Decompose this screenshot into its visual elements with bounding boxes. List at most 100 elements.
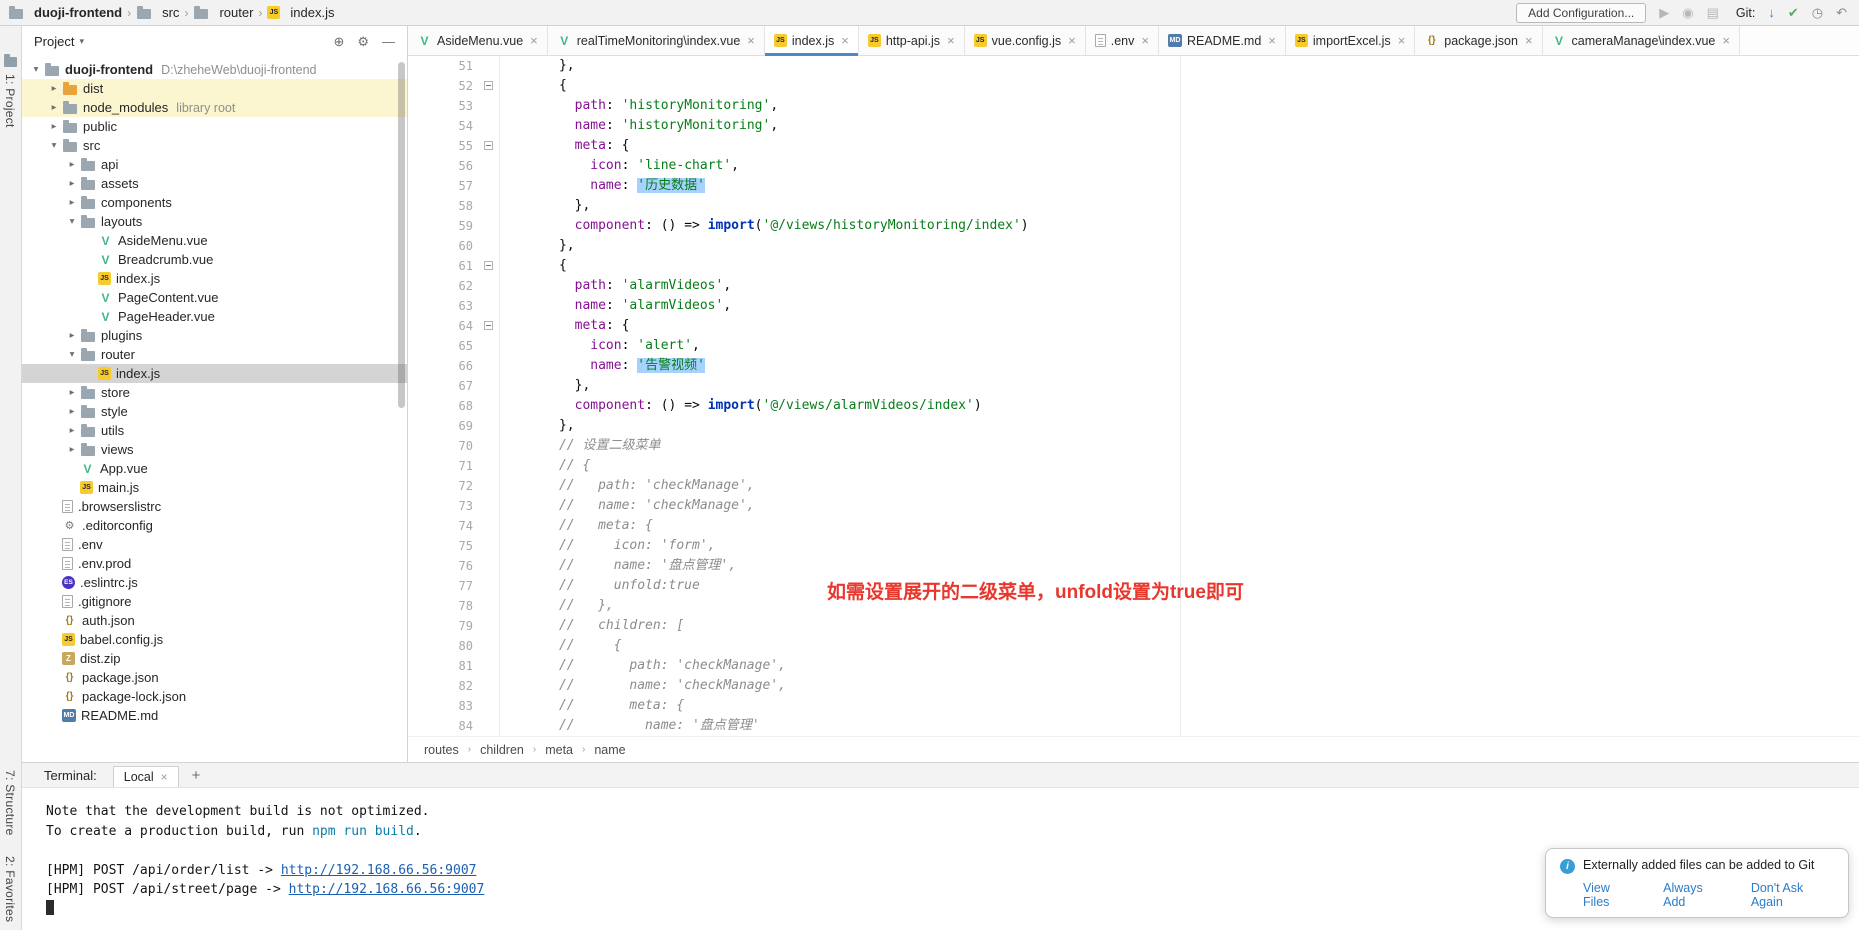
tree-item[interactable]: ▸components	[22, 193, 407, 212]
tree-item[interactable]: JSindex.js	[22, 269, 407, 288]
tree-item[interactable]: MDREADME.md	[22, 706, 407, 725]
chevron-down-icon[interactable]: ▾	[28, 64, 44, 75]
update-project-icon[interactable]: ↓	[1768, 6, 1775, 19]
tab-close-icon[interactable]: ×	[1722, 34, 1730, 47]
gutter-line[interactable]: 80	[408, 636, 499, 656]
editor-tab[interactable]: JSvue.config.js×	[965, 26, 1086, 55]
gutter-line[interactable]: 65	[408, 336, 499, 356]
tree-item[interactable]: VAsideMenu.vue	[22, 231, 407, 250]
tree-item[interactable]: ▾duoji-frontendD:\zheheWeb\duoji-fronten…	[22, 60, 407, 79]
gutter-line[interactable]: 81	[408, 656, 499, 676]
tree-item[interactable]: ▾layouts	[22, 212, 407, 231]
run-icon[interactable]: ▶	[1659, 6, 1669, 19]
chevron-right-icon[interactable]: ▸	[46, 83, 62, 94]
gutter-line[interactable]: 66	[408, 356, 499, 376]
sidebar-tab-favorites[interactable]: 2: Favorites	[3, 856, 17, 922]
breadcrumb-item[interactable]: JSindex.js	[267, 5, 334, 20]
editor-breadcrumb-item[interactable]: routes	[424, 743, 459, 757]
gutter-line[interactable]: 69	[408, 416, 499, 436]
tree-item[interactable]: ▸assets	[22, 174, 407, 193]
chevron-down-icon[interactable]: ▾	[64, 216, 80, 227]
hide-panel-icon[interactable]: —	[382, 35, 395, 48]
gutter-line[interactable]: 64	[408, 316, 499, 336]
chevron-right-icon[interactable]: ▸	[46, 121, 62, 132]
breadcrumb-item[interactable]: router	[193, 5, 253, 20]
tree-item[interactable]: ▸api	[22, 155, 407, 174]
editor-tab[interactable]: MDREADME.md×	[1159, 26, 1286, 55]
editor-tab[interactable]: JShttp-api.js×	[859, 26, 965, 55]
tab-close-icon[interactable]: ×	[1268, 34, 1276, 47]
gutter-line[interactable]: 84	[408, 716, 499, 736]
notification-action[interactable]: View Files	[1583, 881, 1637, 909]
rollback-icon[interactable]: ↶	[1836, 6, 1847, 19]
tree-item[interactable]: ▸utils	[22, 421, 407, 440]
tree-item[interactable]: ▾src	[22, 136, 407, 155]
tree-item[interactable]: ▸style	[22, 402, 407, 421]
chevron-down-icon[interactable]: ▾	[46, 140, 62, 151]
tree-item[interactable]: ▸plugins	[22, 326, 407, 345]
tree-item[interactable]: JSbabel.config.js	[22, 630, 407, 649]
tab-close-icon[interactable]: ×	[947, 34, 955, 47]
tree-item[interactable]: Zdist.zip	[22, 649, 407, 668]
breadcrumb-item[interactable]: duoji-frontend	[8, 5, 122, 20]
gutter-line[interactable]: 51	[408, 56, 499, 76]
gutter-line[interactable]: 82	[408, 676, 499, 696]
gutter-line[interactable]: 60	[408, 236, 499, 256]
gutter-line[interactable]: 52	[408, 76, 499, 96]
tree-item[interactable]: JSindex.js	[22, 364, 407, 383]
history-icon[interactable]: ◷	[1812, 6, 1823, 19]
tree-item[interactable]: {}package-lock.json	[22, 687, 407, 706]
terminal-tab-local[interactable]: Local ×	[113, 766, 179, 787]
editor-tab[interactable]: VcameraManage\index.vue×	[1543, 26, 1740, 55]
sidebar-tab-project[interactable]: 1: Project	[3, 74, 17, 128]
gutter-line[interactable]: 57	[408, 176, 499, 196]
chevron-right-icon[interactable]: ▸	[64, 159, 80, 170]
tree-item[interactable]: .gitignore	[22, 592, 407, 611]
gutter-line[interactable]: 70	[408, 436, 499, 456]
terminal-link[interactable]: http://192.168.66.56:9007	[289, 882, 485, 897]
tree-item[interactable]: ▾router	[22, 345, 407, 364]
chevron-right-icon[interactable]: ▸	[64, 425, 80, 436]
notification-action[interactable]: Don't Ask Again	[1751, 881, 1834, 909]
tree-item[interactable]: .env.prod	[22, 554, 407, 573]
tree-item[interactable]: ▸public	[22, 117, 407, 136]
gutter-line[interactable]: 76	[408, 556, 499, 576]
add-configuration-button[interactable]: Add Configuration...	[1516, 3, 1646, 23]
gutter-line[interactable]: 56	[408, 156, 499, 176]
terminal-link[interactable]: http://192.168.66.56:9007	[281, 863, 477, 878]
tree-item[interactable]: VPageContent.vue	[22, 288, 407, 307]
tree-item[interactable]: ES.eslintrc.js	[22, 573, 407, 592]
chevron-right-icon[interactable]: ▸	[64, 406, 80, 417]
tab-close-icon[interactable]: ×	[747, 34, 755, 47]
new-terminal-icon[interactable]: +	[192, 768, 201, 783]
chevron-down-icon[interactable]: ▾	[64, 349, 80, 360]
tree-item[interactable]: ▸store	[22, 383, 407, 402]
tab-close-icon[interactable]: ×	[1141, 34, 1149, 47]
editor-tab[interactable]: .env×	[1086, 26, 1159, 55]
tree-item[interactable]: ▸views	[22, 440, 407, 459]
tree-item[interactable]: ▸dist	[22, 79, 407, 98]
debug-icon[interactable]: ◉	[1682, 6, 1693, 19]
editor-tab[interactable]: JSimportExcel.js×	[1286, 26, 1415, 55]
chevron-right-icon[interactable]: ▸	[64, 330, 80, 341]
gutter-line[interactable]: 74	[408, 516, 499, 536]
chevron-right-icon[interactable]: ▸	[46, 102, 62, 113]
tree-item[interactable]: .browserslistrc	[22, 497, 407, 516]
editor-tab[interactable]: VAsideMenu.vue×	[408, 26, 548, 55]
notification-action[interactable]: Always Add	[1663, 881, 1725, 909]
locate-file-icon[interactable]: ⊕	[333, 35, 344, 48]
tab-close-icon[interactable]: ×	[1068, 34, 1076, 47]
tree-item[interactable]: ⚙.editorconfig	[22, 516, 407, 535]
gutter-line[interactable]: 73	[408, 496, 499, 516]
editor-breadcrumb-item[interactable]: children	[480, 743, 524, 757]
editor-breadcrumb-item[interactable]: meta	[545, 743, 573, 757]
fold-marker-icon[interactable]	[484, 261, 493, 270]
gutter-line[interactable]: 62	[408, 276, 499, 296]
tree-item[interactable]: ▸node_moduleslibrary root	[22, 98, 407, 117]
gutter-line[interactable]: 68	[408, 396, 499, 416]
tree-item[interactable]: VApp.vue	[22, 459, 407, 478]
gutter-line[interactable]: 79	[408, 616, 499, 636]
gutter-line[interactable]: 67	[408, 376, 499, 396]
tree-item[interactable]: VBreadcrumb.vue	[22, 250, 407, 269]
gutter-line[interactable]: 63	[408, 296, 499, 316]
